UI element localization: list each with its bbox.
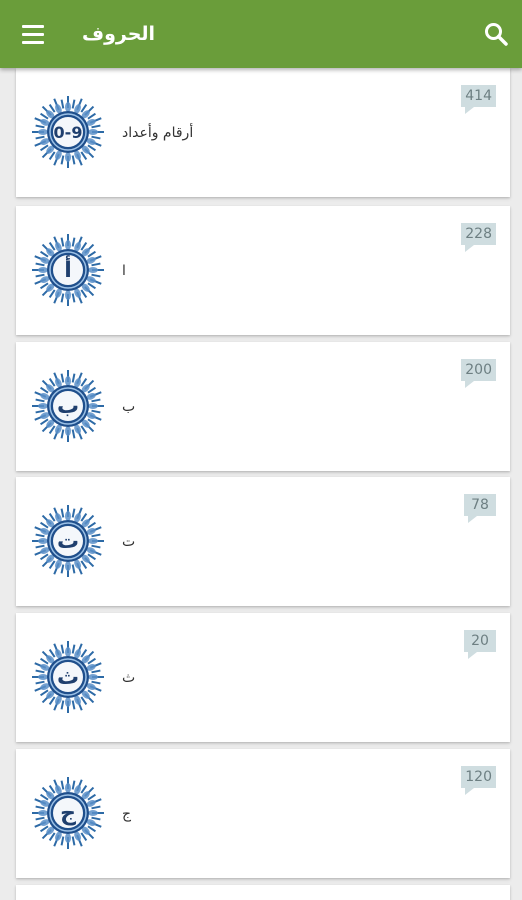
count-badge: 414: [461, 85, 496, 114]
item-label: ب: [122, 398, 136, 415]
app-bar: الحروف: [0, 0, 522, 68]
letter-medallion: ب: [31, 369, 105, 443]
list-item[interactable]: أ ا 228: [16, 206, 510, 335]
list-item[interactable]: ب ب 200: [16, 342, 510, 471]
count-badge: 20: [464, 630, 496, 659]
list-item-partial[interactable]: [16, 885, 510, 900]
medallion-letter: ث: [56, 664, 80, 690]
letter-medallion: ت: [31, 504, 105, 578]
letter-medallion: ج: [31, 776, 105, 850]
medallion-letter: ب: [56, 393, 80, 419]
medallion-letter: 0-9: [53, 122, 83, 142]
letter-medallion: 0-9: [31, 95, 105, 169]
menu-icon-bar: [22, 24, 44, 28]
list-item[interactable]: ث ث 20: [16, 613, 510, 742]
letter-medallion: أ: [31, 233, 105, 307]
page-title: الحروف: [82, 23, 156, 45]
search-button[interactable]: [482, 20, 510, 48]
item-label: ث: [122, 669, 136, 686]
list-item[interactable]: ج ج 120: [16, 749, 510, 878]
item-label: ج: [122, 805, 132, 822]
list-item[interactable]: 0-9 أرقام وأعداد 414: [16, 68, 510, 197]
count-badge: 78: [464, 494, 496, 523]
medallion-letter: أ: [64, 257, 72, 283]
menu-button[interactable]: [14, 20, 52, 48]
menu-icon-bar: [22, 40, 44, 44]
item-label: أرقام وأعداد: [122, 124, 194, 141]
medallion-letter: ج: [60, 800, 76, 826]
list-item[interactable]: ت ت 78: [16, 477, 510, 606]
letter-medallion: ث: [31, 640, 105, 714]
search-icon: [485, 23, 508, 46]
count-badge: 228: [461, 223, 496, 252]
medallion-letter: ت: [56, 528, 80, 554]
item-label: ت: [122, 533, 136, 550]
menu-icon-bar: [22, 32, 44, 36]
count-badge: 120: [461, 766, 496, 795]
count-badge: 200: [461, 359, 496, 388]
item-label: ا: [122, 262, 126, 279]
